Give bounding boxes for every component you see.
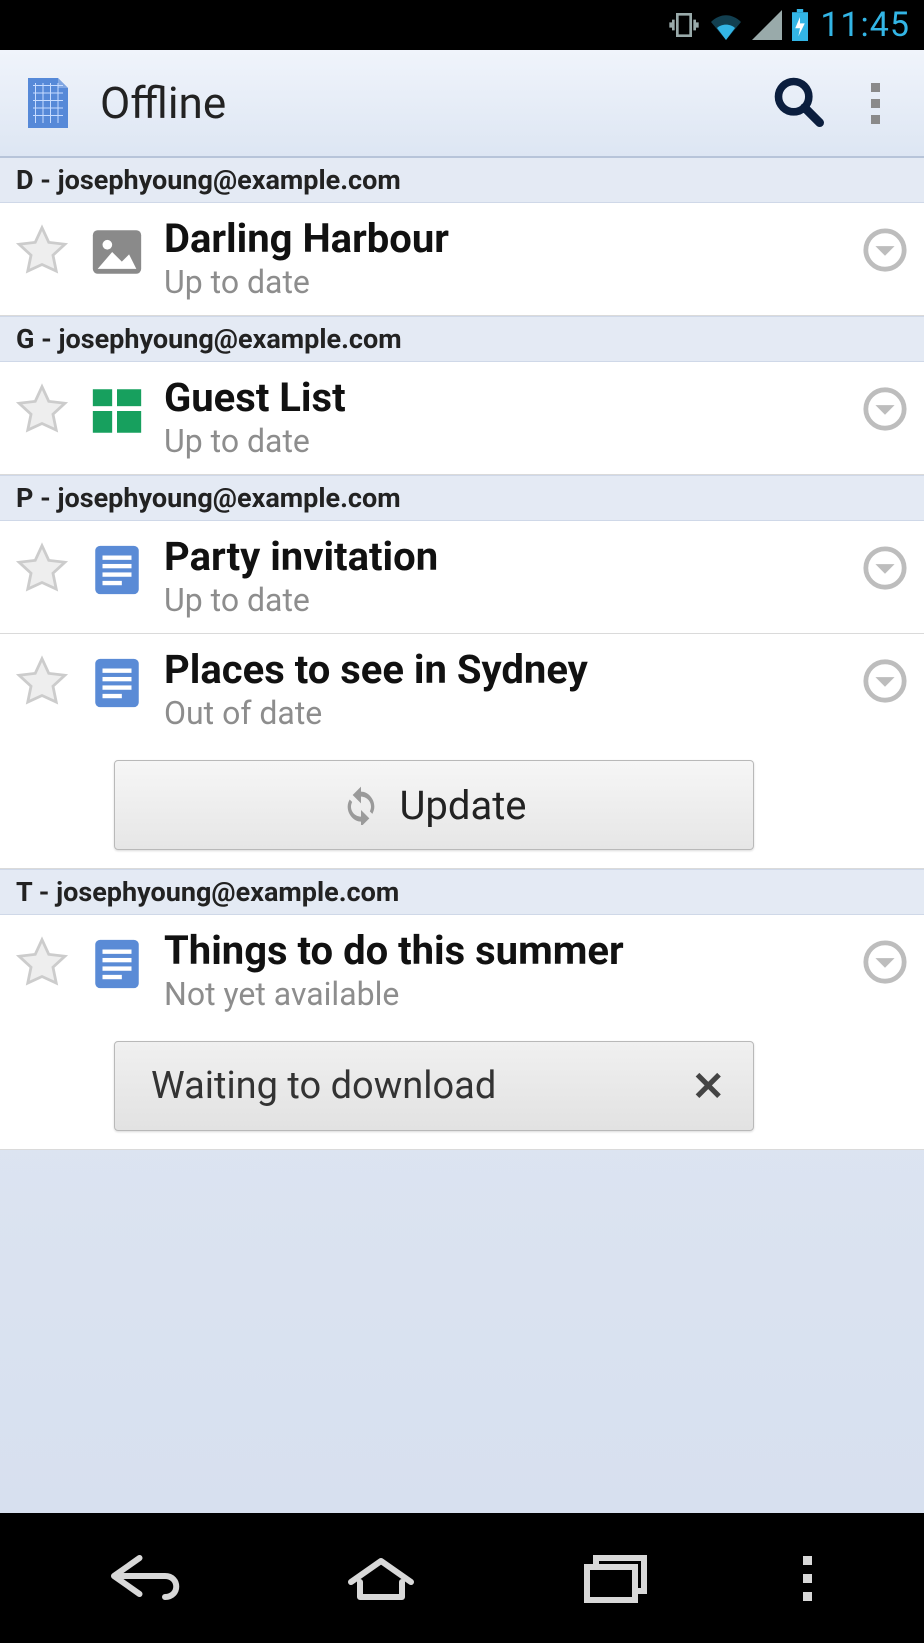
vibrate-icon: [668, 9, 700, 41]
overflow-menu-button[interactable]: [874, 83, 886, 124]
status-time: 11:45: [820, 5, 910, 45]
item-status: Up to date: [164, 422, 844, 460]
section-header: T - josephyoung@example.com: [0, 869, 924, 915]
document-file-icon: [88, 935, 146, 993]
list-item[interactable]: Things to do this summer Not yet availab…: [0, 915, 924, 1150]
item-menu-button[interactable]: [862, 386, 908, 432]
document-file-icon: [88, 541, 146, 599]
star-icon[interactable]: [14, 223, 70, 279]
star-icon[interactable]: [14, 654, 70, 710]
star-icon[interactable]: [14, 382, 70, 438]
app-icon: [18, 73, 78, 133]
status-icons: [668, 9, 810, 41]
home-button[interactable]: [336, 1546, 426, 1610]
item-menu-button[interactable]: [862, 658, 908, 704]
item-title: Things to do this summer: [164, 929, 844, 973]
document-file-icon: [88, 654, 146, 712]
item-status: Not yet available: [164, 975, 844, 1013]
list-item[interactable]: Guest List Up to date: [0, 362, 924, 475]
image-file-icon: [88, 223, 146, 281]
star-icon[interactable]: [14, 935, 70, 991]
waiting-download-chip: Waiting to download ✕: [114, 1041, 754, 1131]
section-header: D - josephyoung@example.com: [0, 158, 924, 203]
item-status: Out of date: [164, 694, 844, 732]
section-header: G - josephyoung@example.com: [0, 316, 924, 362]
empty-area: [0, 1150, 924, 1513]
waiting-label: Waiting to download: [151, 1064, 496, 1108]
update-button[interactable]: Update: [114, 760, 754, 850]
item-menu-button[interactable]: [862, 545, 908, 591]
navigation-bar: [0, 1513, 924, 1643]
item-title: Darling Harbour: [164, 217, 844, 261]
action-bar: Offline: [0, 50, 924, 158]
battery-icon: [790, 9, 810, 41]
section-header: P - josephyoung@example.com: [0, 475, 924, 521]
spreadsheet-file-icon: [88, 382, 146, 440]
back-button[interactable]: [102, 1546, 192, 1610]
recent-apps-button[interactable]: [569, 1546, 659, 1610]
item-menu-button[interactable]: [862, 939, 908, 985]
document-list[interactable]: D - josephyoung@example.com Darling Harb…: [0, 158, 924, 1513]
search-button[interactable]: [772, 75, 824, 131]
device-frame: 11:45 Offline D - josephyoung@example.co…: [0, 0, 924, 1643]
item-title: Guest List: [164, 376, 844, 420]
list-item[interactable]: Darling Harbour Up to date: [0, 203, 924, 316]
signal-icon: [752, 10, 782, 40]
refresh-icon: [341, 785, 381, 825]
list-item[interactable]: Places to see in Sydney Out of date Upda…: [0, 634, 924, 869]
star-icon[interactable]: [14, 541, 70, 597]
list-item[interactable]: Party invitation Up to date: [0, 521, 924, 634]
update-button-label: Update: [399, 782, 526, 829]
status-bar: 11:45: [0, 0, 924, 50]
item-title: Party invitation: [164, 535, 844, 579]
item-status: Up to date: [164, 581, 844, 619]
item-status: Up to date: [164, 263, 844, 301]
item-title: Places to see in Sydney: [164, 648, 844, 692]
wifi-icon: [708, 10, 744, 40]
item-menu-button[interactable]: [862, 227, 908, 273]
page-title: Offline: [100, 77, 772, 129]
cancel-download-button[interactable]: ✕: [691, 1063, 725, 1110]
nav-overflow-button[interactable]: [803, 1556, 822, 1601]
